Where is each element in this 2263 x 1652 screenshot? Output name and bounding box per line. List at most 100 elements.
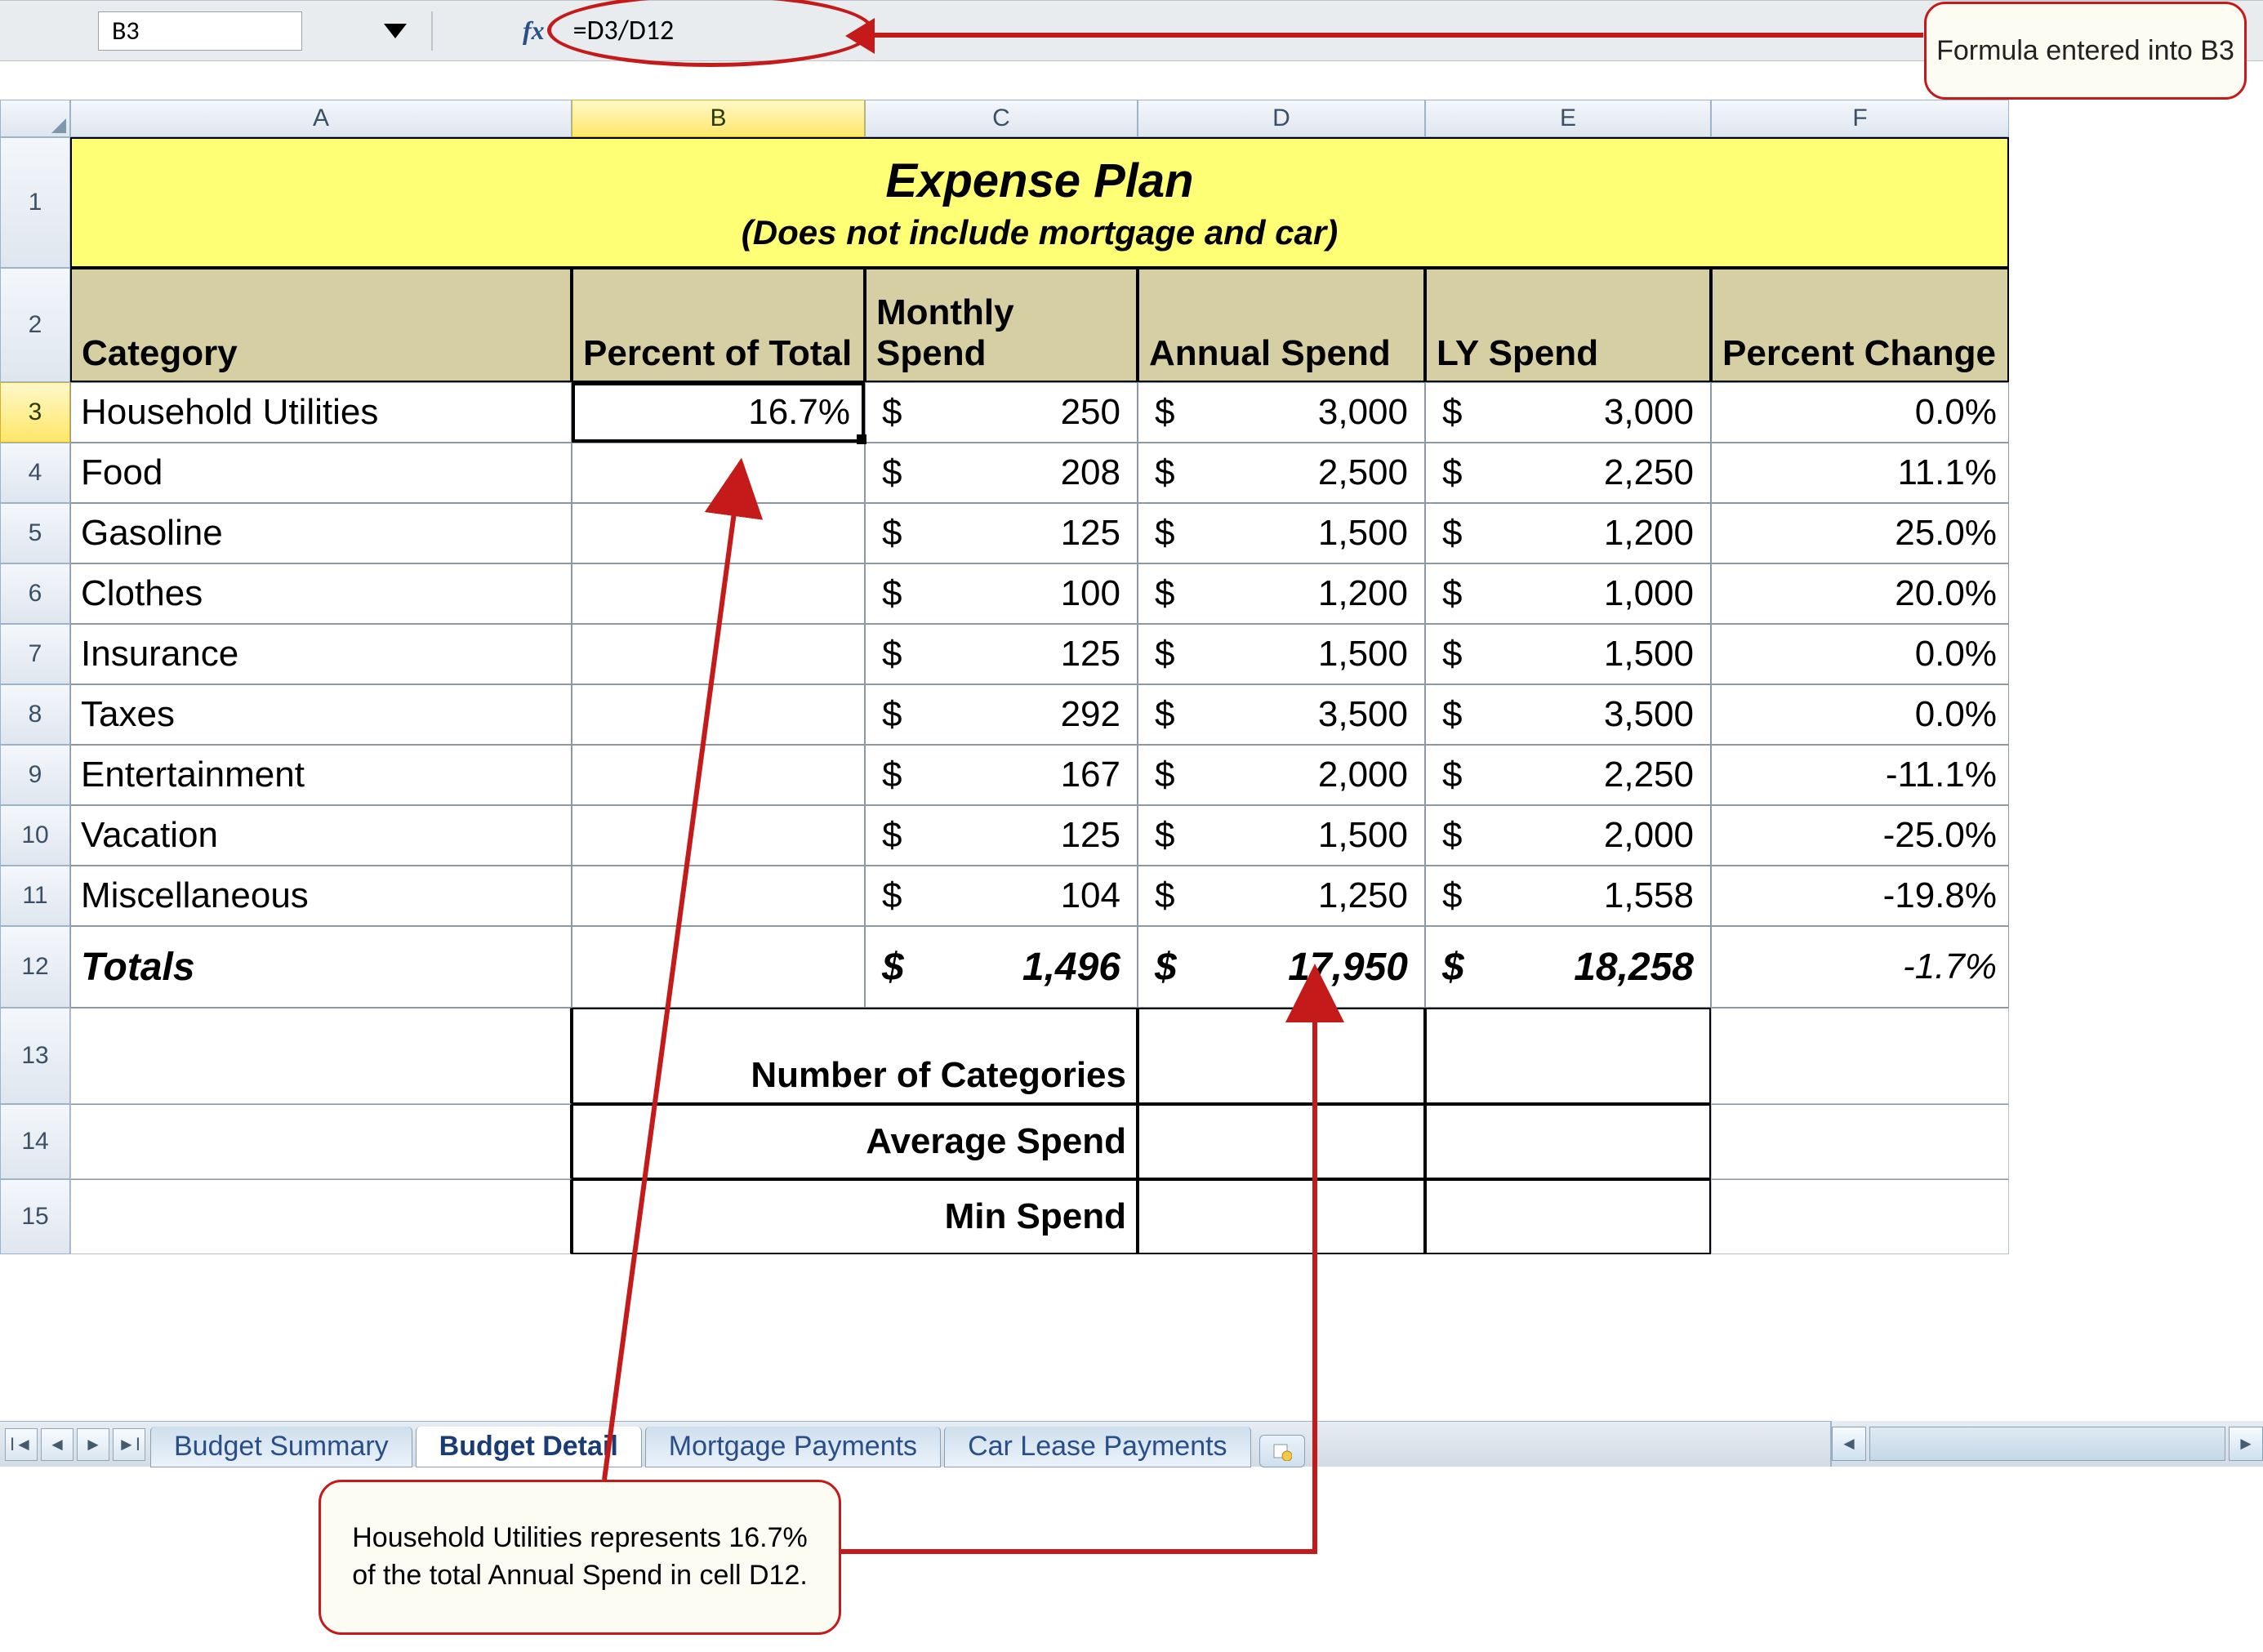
cell-C8[interactable]: $292 — [865, 684, 1138, 745]
totals-pct[interactable] — [572, 926, 865, 1008]
hdr-percent[interactable]: Percent of Total — [572, 268, 865, 382]
cell-E3[interactable]: $3,000 — [1425, 382, 1711, 443]
row-header-6[interactable]: 6 — [0, 563, 70, 624]
cell-E4[interactable]: $2,250 — [1425, 443, 1711, 503]
cell-F13[interactable] — [1711, 1008, 2009, 1104]
col-header-D[interactable]: D — [1138, 100, 1425, 137]
cell-C3[interactable]: $250 — [865, 382, 1138, 443]
cell-E6[interactable]: $1,000 — [1425, 563, 1711, 624]
row-header-8[interactable]: 8 — [0, 684, 70, 745]
hdr-category[interactable]: Category — [70, 268, 572, 382]
row-header-3[interactable]: 3 — [0, 382, 70, 443]
cell-F9[interactable]: -11.1% — [1711, 745, 2009, 805]
title-cell[interactable]: Expense Plan (Does not include mortgage … — [70, 137, 2009, 268]
cell-D8[interactable]: $3,500 — [1138, 684, 1425, 745]
tab-mortgage-payments[interactable]: Mortgage Payments — [645, 1427, 941, 1467]
name-box-dropdown-icon[interactable] — [384, 24, 407, 38]
cell-F15[interactable] — [1711, 1179, 2009, 1254]
cell-C11[interactable]: $104 — [865, 866, 1138, 926]
tab-budget-summary[interactable]: Budget Summary — [150, 1427, 412, 1467]
hdr-change[interactable]: Percent Change — [1711, 268, 2009, 382]
name-box[interactable]: B3 — [98, 11, 302, 51]
cell-D14[interactable] — [1138, 1104, 1425, 1179]
cell-A5[interactable]: Gasoline — [70, 503, 572, 563]
row-header-7[interactable]: 7 — [0, 624, 70, 684]
totals-ann[interactable]: $17,950 — [1138, 926, 1425, 1008]
sheet-nav-first-icon[interactable]: I◄ — [5, 1428, 38, 1461]
col-header-E[interactable]: E — [1425, 100, 1711, 137]
hscroll-track[interactable] — [1869, 1427, 2225, 1461]
cell-F8[interactable]: 0.0% — [1711, 684, 2009, 745]
cell-E5[interactable]: $1,200 — [1425, 503, 1711, 563]
hdr-annual[interactable]: Annual Spend — [1138, 268, 1425, 382]
cell-C4[interactable]: $208 — [865, 443, 1138, 503]
totals-ly[interactable]: $18,258 — [1425, 926, 1711, 1008]
cell-A6[interactable]: Clothes — [70, 563, 572, 624]
row-header-4[interactable]: 4 — [0, 443, 70, 503]
cell-B9[interactable] — [572, 745, 865, 805]
row-header-1[interactable]: 1 — [0, 137, 70, 268]
totals-mon[interactable]: $1,496 — [865, 926, 1138, 1008]
row-header-15[interactable]: 15 — [0, 1179, 70, 1254]
col-header-F[interactable]: F — [1711, 100, 2009, 137]
cell-F7[interactable]: 0.0% — [1711, 624, 2009, 684]
cell-B11[interactable] — [572, 866, 865, 926]
cell-C7[interactable]: $125 — [865, 624, 1138, 684]
row-header-5[interactable]: 5 — [0, 503, 70, 563]
cell-B10[interactable] — [572, 805, 865, 866]
sheet-nav-last-icon[interactable]: ►I — [113, 1428, 145, 1461]
totals-chg[interactable]: -1.7% — [1711, 926, 2009, 1008]
hscroll-right-icon[interactable]: ► — [2229, 1427, 2263, 1461]
row-header-11[interactable]: 11 — [0, 866, 70, 926]
row-header-2[interactable]: 2 — [0, 268, 70, 382]
cell-D5[interactable]: $1,500 — [1138, 503, 1425, 563]
cell-E11[interactable]: $1,558 — [1425, 866, 1711, 926]
cell-B6[interactable] — [572, 563, 865, 624]
sheet-nav-next-icon[interactable]: ► — [77, 1428, 109, 1461]
cell-C5[interactable]: $125 — [865, 503, 1138, 563]
col-header-C[interactable]: C — [865, 100, 1138, 137]
cell-D13[interactable] — [1138, 1008, 1425, 1104]
cell-D11[interactable]: $1,250 — [1138, 866, 1425, 926]
cell-D6[interactable]: $1,200 — [1138, 563, 1425, 624]
cell-D10[interactable]: $1,500 — [1138, 805, 1425, 866]
cell-E14[interactable] — [1425, 1104, 1711, 1179]
cell-A15[interactable] — [70, 1179, 572, 1254]
row-header-9[interactable]: 9 — [0, 745, 70, 805]
cell-F5[interactable]: 25.0% — [1711, 503, 2009, 563]
cell-B7[interactable] — [572, 624, 865, 684]
cell-E13[interactable] — [1425, 1008, 1711, 1104]
cell-C9[interactable]: $167 — [865, 745, 1138, 805]
tab-budget-detail[interactable]: Budget Detail — [416, 1427, 642, 1467]
cell-A9[interactable]: Entertainment — [70, 745, 572, 805]
totals-label[interactable]: Totals — [70, 926, 572, 1008]
tab-car-lease-payments[interactable]: Car Lease Payments — [944, 1427, 1251, 1467]
cell-A13[interactable] — [70, 1008, 572, 1104]
col-header-B[interactable]: B — [572, 100, 865, 137]
cell-C10[interactable]: $125 — [865, 805, 1138, 866]
cell-C6[interactable]: $100 — [865, 563, 1138, 624]
hscroll-left-icon[interactable]: ◄ — [1832, 1427, 1866, 1461]
cell-A8[interactable]: Taxes — [70, 684, 572, 745]
cell-D15[interactable] — [1138, 1179, 1425, 1254]
cell-E7[interactable]: $1,500 — [1425, 624, 1711, 684]
cell-A7[interactable]: Insurance — [70, 624, 572, 684]
fill-handle[interactable] — [857, 434, 866, 444]
cell-E15[interactable] — [1425, 1179, 1711, 1254]
cell-A4[interactable]: Food — [70, 443, 572, 503]
row-header-12[interactable]: 12 — [0, 926, 70, 1008]
row-header-10[interactable]: 10 — [0, 805, 70, 866]
select-all-triangle[interactable] — [0, 100, 70, 137]
cell-E10[interactable]: $2,000 — [1425, 805, 1711, 866]
cell-F10[interactable]: -25.0% — [1711, 805, 2009, 866]
cell-A14[interactable] — [70, 1104, 572, 1179]
cell-A11[interactable]: Miscellaneous — [70, 866, 572, 926]
cell-D7[interactable]: $1,500 — [1138, 624, 1425, 684]
cell-E8[interactable]: $3,500 — [1425, 684, 1711, 745]
hdr-ly[interactable]: LY Spend — [1425, 268, 1711, 382]
cell-D9[interactable]: $2,000 — [1138, 745, 1425, 805]
horizontal-scrollbar[interactable]: ◄ ► — [1830, 1421, 2263, 1467]
cell-B8[interactable] — [572, 684, 865, 745]
cell-A10[interactable]: Vacation — [70, 805, 572, 866]
cell-D4[interactable]: $2,500 — [1138, 443, 1425, 503]
